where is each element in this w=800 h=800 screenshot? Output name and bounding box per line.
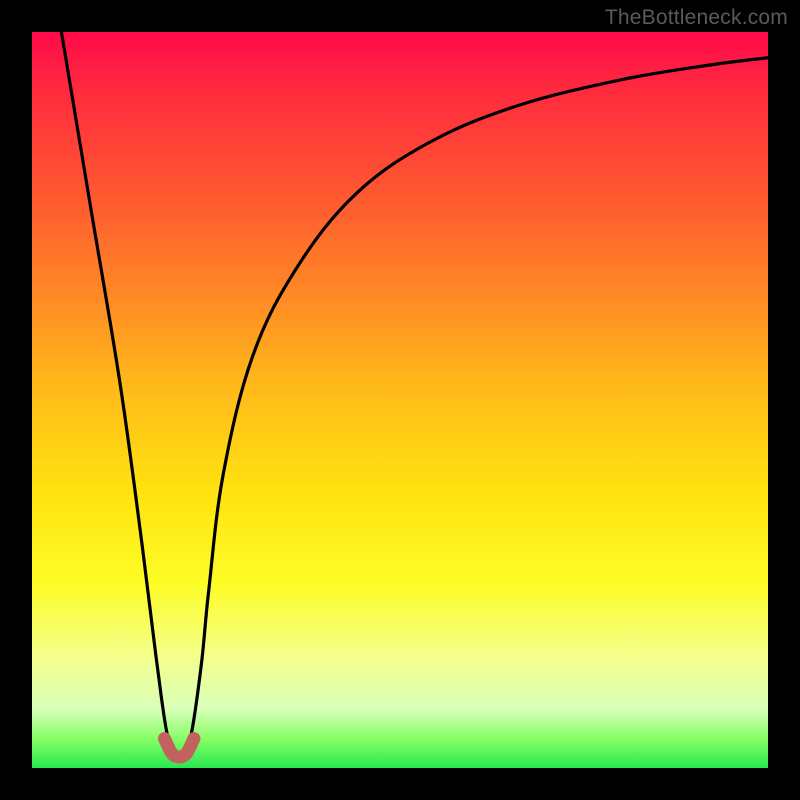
chart-frame: TheBottleneck.com bbox=[0, 0, 800, 800]
marker-region-path bbox=[164, 739, 193, 757]
curve-layer bbox=[32, 32, 768, 768]
plot-area bbox=[32, 32, 768, 768]
bottleneck-curve-path bbox=[61, 32, 768, 753]
watermark-text: TheBottleneck.com bbox=[605, 6, 788, 30]
